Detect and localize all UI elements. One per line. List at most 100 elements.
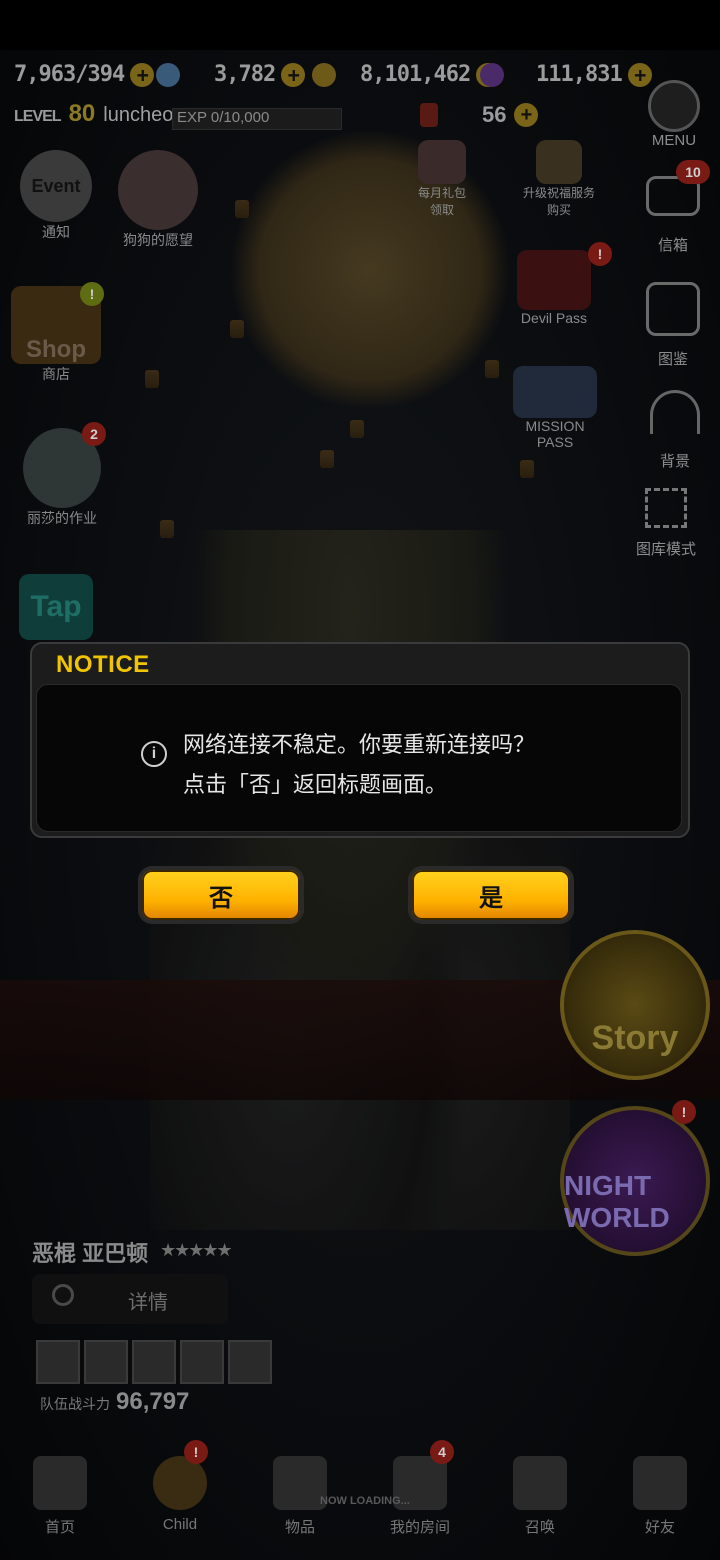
shop-button[interactable]: Shop 商店 ! [8, 282, 104, 384]
nav-home-label: 首页 [44, 1519, 75, 1536]
nav-child-alert-badge: ! [184, 1440, 208, 1464]
mission-pass-label: MISSION PASS [525, 418, 585, 450]
gold-coin-icon [312, 62, 336, 87]
team-portraits [36, 1340, 272, 1384]
hp-text: 7,963/394 [14, 62, 125, 87]
nav-summon-label: 召唤 [524, 1519, 555, 1536]
gem-text: 3,782 [214, 62, 276, 87]
stamina-resource: 56 + [420, 102, 539, 128]
wish-label: 狗狗的愿望 [123, 232, 193, 248]
crystal-text: 111,831 [536, 62, 623, 87]
blessing-icon [536, 140, 582, 184]
night-world-button[interactable]: NIGHT WORLD ! [560, 1100, 710, 1256]
story-label: Story [591, 1019, 679, 1057]
mailbox-button[interactable]: 信箱 10 [646, 160, 710, 255]
summon-icon [513, 1456, 567, 1510]
nav-friends-label: 好友 [644, 1519, 675, 1536]
homework-button[interactable]: 丽莎的作业 2 [14, 422, 110, 528]
dialog-title: NOTICE [56, 651, 150, 678]
yes-button[interactable]: 是 [408, 866, 574, 924]
collection-icon [646, 282, 700, 336]
team-member-portrait[interactable] [180, 1340, 224, 1384]
nav-home[interactable]: 首页 [0, 1440, 120, 1560]
loading-indicator: NOW LOADING... [320, 1495, 410, 1507]
mission-pass-button[interactable]: MISSION PASS [510, 366, 600, 450]
exp-bar: EXP 0/10,000 [172, 108, 342, 130]
info-icon: i [141, 741, 167, 767]
homework-label: 丽莎的作业 [27, 510, 97, 526]
stamina-icon [420, 103, 438, 127]
event-icon: Event [20, 150, 92, 222]
nav-child[interactable]: Child ! [120, 1440, 240, 1560]
no-button[interactable]: 否 [138, 866, 304, 924]
dialog-body: i 网络连接不稳定。你要重新连接吗？ 点击「否」返回标题画面。 [36, 684, 682, 832]
dialog-message-line2: 点击「否」返回标题画面。 [183, 772, 448, 797]
tap-button[interactable]: Tap [18, 574, 94, 640]
background-label: 背景 [659, 453, 690, 470]
devil-pass-button[interactable]: Devil Pass ! [512, 242, 612, 326]
no-button-label: 否 [142, 870, 300, 920]
event-button[interactable]: Event 通知 [14, 150, 98, 242]
level-label: LEVEL [14, 108, 62, 125]
team-member-portrait[interactable] [84, 1340, 128, 1384]
dialog-message-line1: 网络连接不稳定。你要重新连接吗？ [183, 732, 536, 757]
shield-icon [633, 1456, 687, 1510]
gift-icon [418, 140, 466, 184]
wish-button[interactable]: 狗狗的愿望 [110, 150, 206, 250]
details-button[interactable]: 详情 [32, 1274, 228, 1324]
add-hp-button[interactable]: + [130, 62, 155, 87]
story-button[interactable]: Story [560, 930, 710, 1080]
gallery-mode-label: 图库模式 [635, 541, 696, 558]
mission-pass-icon [513, 366, 597, 418]
night-world-alert-badge: ! [672, 1100, 696, 1124]
nav-my-room-badge: 4 [430, 1440, 454, 1464]
wrench-icon [648, 80, 700, 132]
devil-pass-alert-badge: ! [588, 242, 612, 266]
character-stars: ★★★★★ [160, 1240, 233, 1260]
mailbox-label: 信箱 [657, 237, 688, 254]
wish-avatar [118, 150, 198, 230]
background-icon [650, 390, 700, 434]
level-value: 80 [68, 100, 96, 127]
crystal-icon [480, 62, 504, 87]
gem-resource: 3,782 + [156, 62, 306, 87]
night-world-label: NIGHT WORLD [564, 1170, 670, 1233]
team-power: 队伍战斗力 96,797 [40, 1388, 189, 1416]
collection-button[interactable]: 图鉴 [646, 282, 700, 369]
yes-button-label: 是 [412, 870, 570, 920]
shop-alert-badge: ! [80, 282, 104, 306]
fullscreen-icon [644, 488, 687, 528]
nav-summon[interactable]: 召唤 [480, 1440, 600, 1560]
devil-pass-icon [517, 250, 591, 310]
player-level: LEVEL 80 luncheon [14, 100, 184, 128]
upgrade-blessing-button[interactable]: 升级祝福服务 购买 [514, 140, 604, 218]
notice-dialog: NOTICE i 网络连接不稳定。你要重新连接吗？ 点击「否」返回标题画面。 [30, 642, 690, 838]
details-label: 详情 [128, 1292, 168, 1314]
shop-label: 商店 [42, 366, 70, 382]
gallery-mode-button[interactable]: 图库模式 [636, 488, 696, 559]
sword-icon [273, 1456, 327, 1510]
menu-label: MENU [651, 132, 697, 149]
nav-child-label: Child [162, 1516, 198, 1533]
search-icon [52, 1284, 74, 1306]
collection-label: 图鉴 [657, 351, 688, 368]
tap-icon: Tap [19, 574, 93, 640]
background-button[interactable]: 背景 [650, 390, 700, 471]
team-member-portrait[interactable] [132, 1340, 176, 1384]
team-power-value: 96,797 [116, 1388, 190, 1415]
upgrade-blessing-label: 升级祝福服务 购买 [522, 186, 595, 217]
team-member-portrait[interactable] [228, 1340, 272, 1384]
stamina-text: 56 [482, 102, 507, 127]
add-stamina-button[interactable]: + [514, 103, 539, 127]
character-name: 恶棍 亚巴顿 [32, 1241, 149, 1266]
team-member-portrait[interactable] [36, 1340, 80, 1384]
homework-badge: 2 [82, 422, 106, 446]
nav-my-room-label: 我的房间 [389, 1519, 450, 1536]
add-gem-button[interactable]: + [281, 62, 306, 87]
monthly-pack-button[interactable]: 每月礼包 领取 [406, 140, 478, 218]
event-label: 通知 [42, 224, 70, 240]
devil-pass-label: Devil Pass [520, 310, 588, 326]
dialog-message: 网络连接不稳定。你要重新连接吗？ 点击「否」返回标题画面。 [183, 725, 535, 805]
menu-button[interactable]: MENU [648, 80, 700, 149]
nav-friends[interactable]: 好友 [600, 1440, 720, 1560]
